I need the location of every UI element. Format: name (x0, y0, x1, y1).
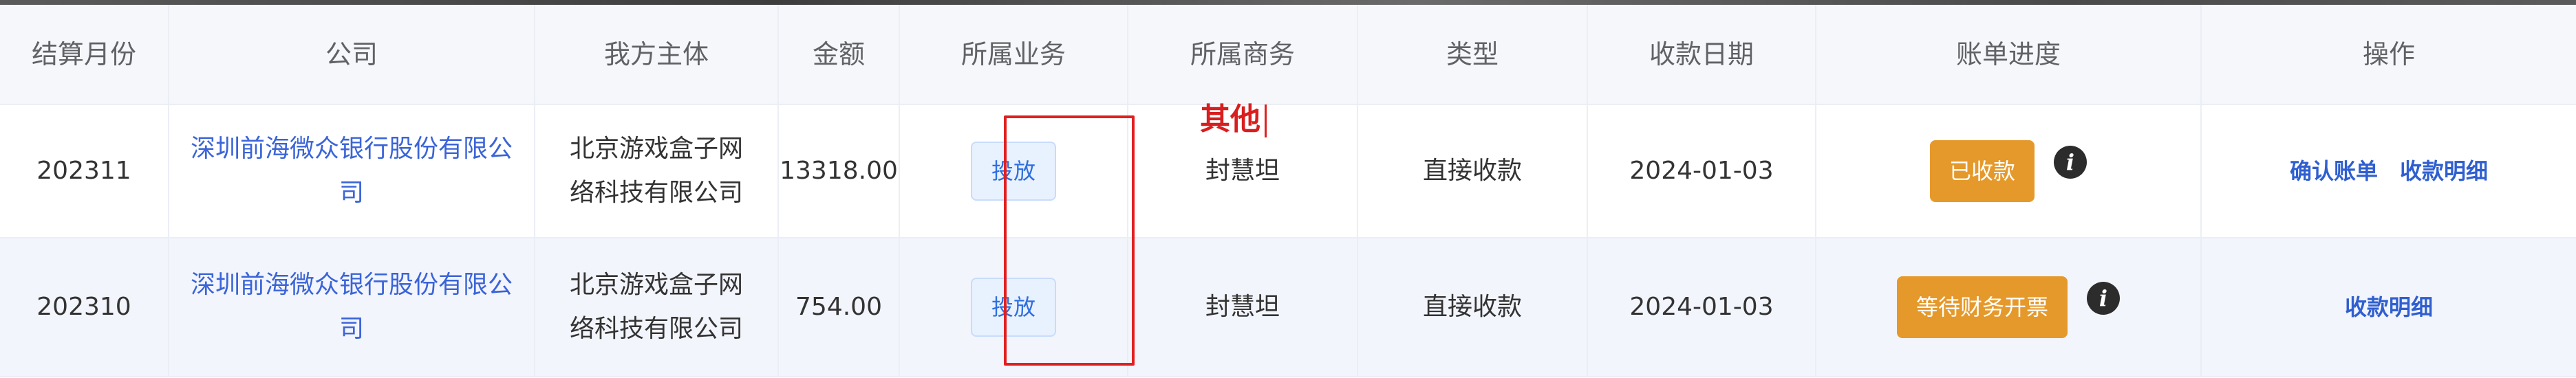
header-our-entity[interactable]: 我方主体 (535, 5, 779, 105)
info-icon[interactable]: i (2087, 282, 2120, 315)
status-button[interactable]: 已收款 (1929, 140, 2035, 202)
cell-our-entity: 北京游戏盒子网络科技有限公司 (535, 105, 779, 238)
cell-amount: 754.00 (779, 238, 900, 377)
cell-bill-progress: 已收款 i (1816, 105, 2202, 238)
header-amount[interactable]: 金额 (779, 5, 900, 105)
billing-table: 结算月份 公司 我方主体 金额 所属业务 所属商务 类型 收款日期 账单进度 操… (0, 5, 2576, 377)
cell-sales: 封慧坦 (1128, 238, 1358, 377)
cell-amount: 13318.00 (779, 105, 900, 238)
cell-bill-progress: 等待财务开票 i (1816, 238, 2202, 377)
status-button[interactable]: 等待财务开票 (1896, 276, 2068, 338)
cell-settlement-month: 202310 (0, 238, 169, 377)
company-link[interactable]: 深圳前海微众银行股份有限公司 (169, 105, 535, 238)
cell-actions: 确认账单 收款明细 (2202, 105, 2576, 238)
header-settlement-month[interactable]: 结算月份 (0, 5, 169, 105)
annotation-highlight-box (1004, 115, 1135, 366)
confirm-bill-link[interactable]: 确认账单 (2290, 149, 2378, 193)
header-type[interactable]: 类型 (1358, 5, 1588, 105)
cell-our-entity: 北京游戏盒子网络科技有限公司 (535, 238, 779, 377)
header-sales[interactable]: 所属商务 (1128, 5, 1358, 105)
receipt-details-link[interactable]: 收款明细 (2345, 285, 2433, 329)
header-business[interactable]: 所属业务 (900, 5, 1128, 105)
cell-settlement-month: 202311 (0, 105, 169, 238)
header-company[interactable]: 公司 (169, 5, 535, 105)
window-top-strip (0, 0, 2576, 5)
company-link[interactable]: 深圳前海微众银行股份有限公司 (169, 238, 535, 377)
status-wrap: 已收款 i (1929, 140, 2087, 202)
header-bill-progress[interactable]: 账单进度 (1816, 5, 2202, 105)
text-cursor-caret (1265, 104, 1267, 137)
cell-receipt-date: 2024-01-03 (1588, 238, 1816, 377)
cell-type: 直接收款 (1358, 238, 1588, 377)
header-actions[interactable]: 操作 (2202, 5, 2576, 105)
info-icon[interactable]: i (2054, 146, 2087, 179)
cell-actions: 收款明细 (2202, 238, 2576, 377)
header-receipt-date[interactable]: 收款日期 (1588, 5, 1816, 105)
receipt-details-link[interactable]: 收款明细 (2400, 149, 2488, 193)
annotation-text: 其他 (1200, 102, 1260, 137)
cell-receipt-date: 2024-01-03 (1588, 105, 1816, 238)
status-wrap: 等待财务开票 i (1896, 276, 2120, 338)
cell-type: 直接收款 (1358, 105, 1588, 238)
